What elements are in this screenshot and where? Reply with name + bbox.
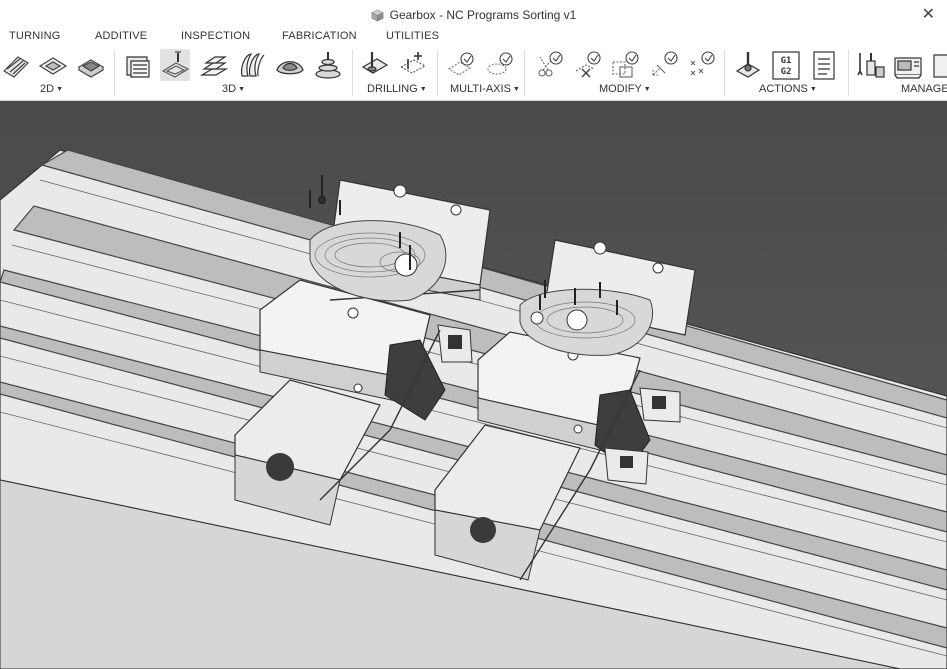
close-icon[interactable]: ✕ [922, 5, 935, 25]
trim-toolpath-icon[interactable] [534, 49, 564, 81]
tool-library-icon[interactable] [856, 49, 886, 81]
post-process-icon[interactable]: G1 G2 [771, 49, 801, 81]
group-3d[interactable]: 3D ▼ [222, 83, 245, 95]
steep-shallow-icon[interactable] [199, 49, 229, 81]
group-2d[interactable]: 2D ▼ [40, 83, 63, 95]
window-title: Gearbox - NC Programs Sorting v1 [389, 8, 577, 22]
caret-down-icon: ▼ [643, 86, 651, 93]
setup-sheet-icon[interactable] [809, 49, 839, 81]
2d-contour-icon[interactable] [76, 49, 106, 81]
group-actions[interactable]: ACTIONS ▼ [759, 83, 817, 95]
gcode-label-line2: G2 [781, 67, 792, 77]
multi-axis-contour-icon[interactable] [485, 49, 515, 81]
tab-additive[interactable]: ADDITIVE [95, 30, 147, 42]
group-modify[interactable]: MODIFY ▼ [599, 83, 651, 95]
pattern-toolpath-icon[interactable] [686, 49, 716, 81]
gcode-label-line1: G1 [781, 56, 792, 66]
caret-down-icon: ▼ [238, 86, 245, 93]
caret-down-icon: ▼ [809, 86, 817, 93]
title-bar: Gearbox - NC Programs Sorting v1 ✕ [0, 0, 947, 30]
manage-more-icon[interactable] [930, 49, 947, 81]
tab-inspection[interactable]: INSPECTION [181, 30, 250, 42]
drill-icon[interactable] [360, 49, 390, 81]
move-toolpath-icon[interactable] [610, 49, 640, 81]
machine-scene[interactable] [0, 101, 947, 669]
caret-down-icon: ▼ [56, 86, 63, 93]
adaptive-clearing-icon[interactable] [123, 49, 153, 81]
tab-turning[interactable]: TURNING [9, 30, 61, 42]
group-manage[interactable]: MANAGE [901, 83, 947, 95]
2d-pocket-icon[interactable] [38, 49, 68, 81]
rotate-toolpath-icon[interactable] [649, 49, 679, 81]
hole-recognition-icon[interactable] [398, 49, 428, 81]
workspace-tabs: TURNING ADDITIVE INSPECTION FABRICATION … [0, 30, 947, 46]
facing-2d-icon[interactable] [1, 49, 31, 81]
scallop-icon[interactable] [237, 49, 267, 81]
tab-fabrication[interactable]: FABRICATION [282, 30, 357, 42]
contour-3d-icon[interactable] [275, 49, 305, 81]
group-drilling[interactable]: DRILLING ▼ [367, 83, 427, 95]
swarf-icon[interactable] [446, 49, 476, 81]
parallel-3d-icon[interactable] [313, 49, 343, 81]
caret-down-icon: ▼ [419, 86, 427, 93]
caret-down-icon: ▼ [512, 86, 520, 93]
toolbar-ribbon: G1 G2 2D ▼ 3D ▼ DRILLING ▼ MULTI-AXIS ▼ MODI… [0, 46, 947, 101]
pocket-clearing-icon[interactable] [160, 49, 190, 81]
machine-library-icon[interactable] [893, 49, 923, 81]
cad-viewport[interactable] [0, 101, 947, 669]
tab-utilities[interactable]: UTILITIES [386, 30, 439, 42]
group-multi-axis[interactable]: MULTI-AXIS ▼ [450, 83, 520, 95]
simulate-icon[interactable] [734, 49, 764, 81]
delete-toolpath-icon[interactable] [572, 49, 602, 81]
design-cube-icon [370, 9, 384, 22]
